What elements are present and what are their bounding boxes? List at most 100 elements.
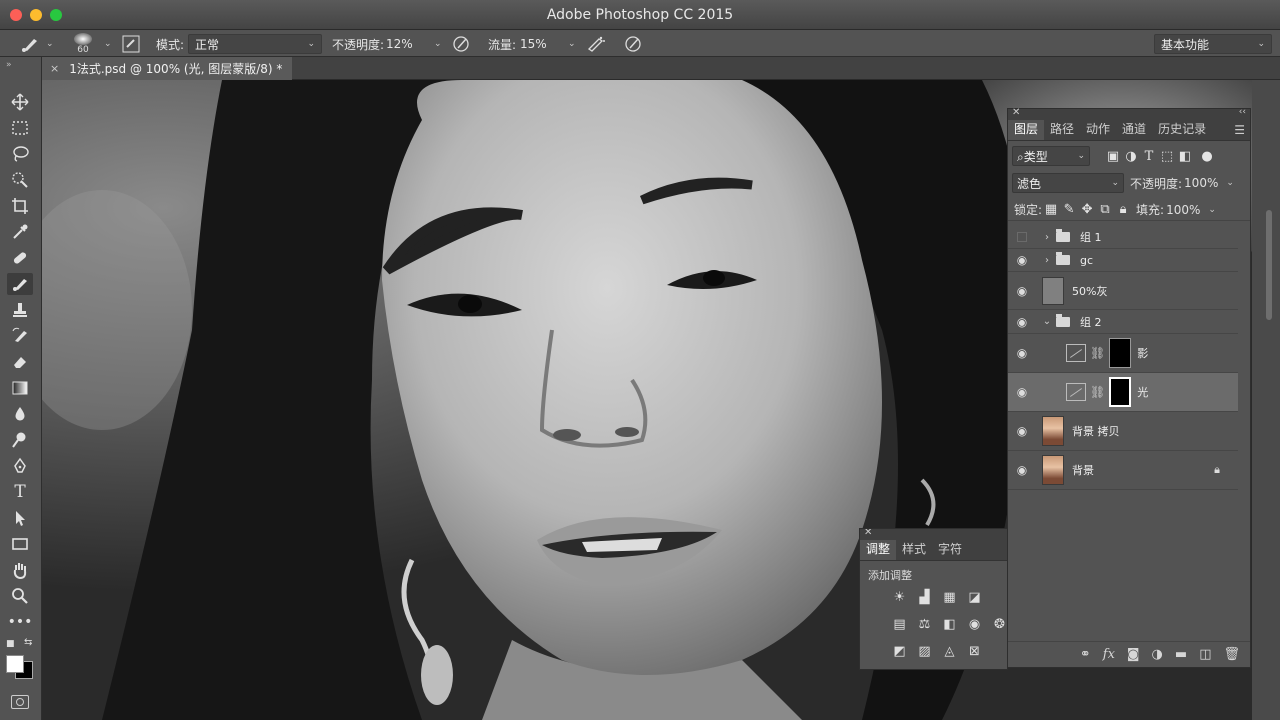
chevron-right-icon[interactable]: › [1042,232,1052,243]
invert-icon[interactable]: ◩ [890,643,909,660]
pressure-size-button[interactable] [624,34,644,54]
layer-mask-thumbnail[interactable] [1109,338,1132,368]
brush-panel-toggle[interactable] [122,34,140,54]
eyedropper-tool[interactable] [7,221,33,243]
vertical-scrollbar[interactable] [1266,210,1272,320]
path-selection-tool[interactable] [7,507,33,529]
exposure-icon[interactable]: ◪ [965,589,984,606]
foreground-color-swatch[interactable] [6,655,24,673]
eye-icon[interactable]: ◉ [1008,463,1036,477]
lock-artboard-icon[interactable]: ⧉ [1096,202,1114,217]
layer-opacity-value[interactable]: 100% [1184,176,1218,190]
tab-channels[interactable]: 通道 [1116,120,1152,140]
workspace-dropdown[interactable]: 基本功能 ⌄ [1154,34,1272,54]
curves-icon[interactable]: ▦ [940,589,959,606]
more-tools[interactable]: ••• [7,611,33,633]
flow-dropdown[interactable]: ⌄ [564,34,576,54]
layer-row-gray50[interactable]: ◉ 50%灰 [1008,272,1238,310]
threshold-icon[interactable]: ◬ [940,643,959,660]
crop-tool[interactable] [7,195,33,217]
mode-dropdown[interactable]: 正常 ⌄ [188,34,322,54]
layer-row-group1[interactable]: › 组 1 [1008,226,1238,249]
gradient-map-icon[interactable]: ⊠ [965,643,984,660]
tab-adjustments[interactable]: 调整 [860,540,897,560]
posterize-icon[interactable]: ▨ [915,643,934,660]
blend-mode-dropdown[interactable]: 滤色 ⌄ [1012,173,1124,193]
hand-tool[interactable] [7,559,33,581]
eye-icon[interactable]: ◉ [1008,315,1036,329]
lock-pixels-icon[interactable]: ✎ [1060,202,1078,217]
layer-row-group2[interactable]: ◉ ⌄ 组 2 [1008,310,1238,334]
blur-tool[interactable] [7,403,33,425]
opacity-value[interactable]: 12% [386,34,413,54]
quick-mask-icon[interactable] [11,695,29,709]
chevron-down-icon[interactable]: ⌄ [1226,178,1234,188]
zoom-tool[interactable] [7,585,33,607]
brush-size-picker[interactable]: 60 [74,31,92,57]
eye-icon[interactable]: ◉ [1008,253,1036,267]
fx-icon[interactable]: fx [1103,647,1115,662]
filter-toggle-icon[interactable]: ● [1198,149,1216,164]
close-panel-icon[interactable]: ✕ [1012,107,1020,118]
adjustment-filter-icon[interactable]: ◑ [1122,149,1140,164]
quick-selection-tool[interactable] [7,169,33,191]
opacity-dropdown[interactable]: ⌄ [430,34,442,54]
trash-icon[interactable]: 🗑︎ [1223,647,1240,662]
airbrush-button[interactable] [586,34,606,54]
tool-preset-picker[interactable]: ⌄ [20,34,54,54]
tab-paths[interactable]: 路径 [1044,120,1080,140]
visibility-off-box[interactable] [1017,232,1027,242]
clone-stamp-tool[interactable] [7,299,33,321]
document-tab[interactable]: × 1法式.psd @ 100% (光, 图层蒙版/8) * [42,57,293,80]
tab-layers[interactable]: 图层 [1008,120,1045,140]
tab-styles[interactable]: 样式 [896,540,932,560]
pen-tool[interactable] [7,455,33,477]
collapse-tools-icon[interactable]: » [6,60,12,70]
layer-row-gc[interactable]: ◉ › gc [1008,249,1238,272]
flow-value[interactable]: 15% [520,34,547,54]
channel-mixer-icon[interactable]: ❂ [990,616,1007,633]
tab-character[interactable]: 字符 [932,540,968,560]
healing-brush-tool[interactable] [7,247,33,269]
eraser-tool[interactable] [7,351,33,373]
rectangle-tool[interactable] [7,533,33,555]
mask-icon[interactable]: ◙ [1127,647,1140,662]
chevron-down-icon[interactable]: ⌄ [1042,316,1052,327]
chevron-down-icon[interactable]: ⌄ [1208,205,1216,215]
chain-link-icon[interactable]: ⛓︎ [1090,385,1105,399]
tab-history[interactable]: 历史记录 [1152,120,1212,140]
eye-icon[interactable]: ◉ [1008,424,1036,438]
smart-object-filter-icon[interactable]: ◧ [1176,149,1194,164]
eye-icon[interactable]: ◉ [1008,284,1036,298]
lock-transparent-icon[interactable]: ▦ [1042,202,1060,217]
move-tool[interactable] [7,91,33,113]
layer-mask-thumbnail[interactable] [1109,377,1132,407]
black-white-icon[interactable]: ◧ [940,616,959,633]
hue-saturation-icon[interactable]: ▤ [890,616,909,633]
marquee-tool[interactable] [7,117,33,139]
color-balance-icon[interactable]: ⚖ [915,616,934,633]
tab-actions[interactable]: 动作 [1080,120,1116,140]
photo-filter-icon[interactable]: ◉ [965,616,984,633]
adjustment-icon[interactable]: ◑ [1152,647,1163,662]
dodge-tool[interactable] [7,429,33,451]
lasso-tool[interactable] [7,143,33,165]
image-filter-icon[interactable]: ▣ [1104,149,1122,164]
lock-position-icon[interactable]: ✥ [1078,202,1096,217]
default-colors-icon[interactable]: ■ [6,639,15,649]
layer-row-background-copy[interactable]: ◉ 背景 拷贝 [1008,412,1238,451]
levels-icon[interactable]: ▟ [915,589,934,606]
swap-colors-icon[interactable]: ⇆ [24,637,32,648]
layer-row-light[interactable]: ◉ ⛓︎ 光 [1008,373,1238,412]
eye-icon[interactable]: ◉ [1008,385,1036,399]
lock-all-icon[interactable]: 🔒︎ [1114,202,1132,217]
new-group-icon[interactable]: ▬ [1175,647,1187,662]
gradient-tool[interactable] [7,377,33,399]
close-tab-icon[interactable]: × [50,62,59,75]
chevron-right-icon[interactable]: › [1042,255,1052,266]
history-brush-tool[interactable] [7,325,33,347]
shape-filter-icon[interactable]: ⬚ [1158,149,1176,164]
link-icon[interactable]: ⚭ [1080,647,1091,662]
pressure-opacity-button[interactable] [452,34,472,54]
eye-icon[interactable]: ◉ [1008,346,1036,360]
